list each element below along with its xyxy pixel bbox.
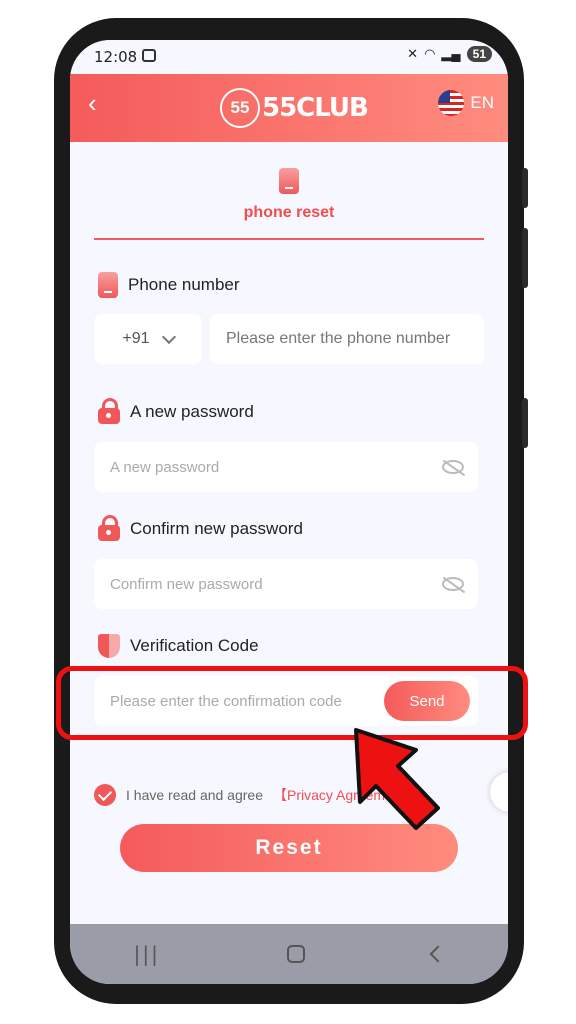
signal-icon: ▂▄: [441, 46, 461, 61]
mute-icon: ✕: [407, 46, 419, 61]
tab-label: phone reset: [243, 204, 335, 221]
home-icon[interactable]: [287, 945, 306, 963]
status-bar: 12:08 ✕ ◠ ▂▄ 51: [70, 40, 508, 74]
check-icon[interactable]: [94, 784, 116, 806]
system-nav-bar: |||: [70, 924, 508, 984]
language-selector[interactable]: EN: [438, 90, 494, 116]
new-password-label: A new password: [130, 402, 254, 421]
chevron-down-icon: [161, 329, 176, 344]
confirm-password-placeholder: Confirm new password: [110, 575, 263, 593]
volume-down-button: [522, 228, 528, 288]
new-password-placeholder: A new password: [110, 458, 220, 476]
phone-icon: [279, 168, 299, 194]
volume-up-button: [522, 168, 528, 208]
phone-number-label: Phone number: [128, 275, 240, 294]
confirm-password-label-row: Confirm new password: [98, 515, 303, 541]
verification-label-row: Verification Code: [98, 634, 259, 658]
phone-number-label-row: Phone number: [98, 272, 240, 298]
eye-off-icon[interactable]: [442, 577, 464, 591]
country-code-select[interactable]: +91: [94, 314, 202, 364]
battery-badge: 51: [466, 46, 492, 62]
back-icon[interactable]: ‹: [88, 88, 97, 119]
tab-phone-reset[interactable]: phone reset: [94, 168, 484, 222]
screen-record-icon: [142, 49, 156, 62]
power-button: [522, 398, 528, 448]
phone-frame: 12:08 ✕ ◠ ▂▄ 51 ‹ 55 55CLUB EN phone res…: [54, 18, 528, 1004]
language-label: EN: [470, 93, 494, 112]
status-icons: ✕ ◠ ▂▄ 51: [407, 46, 492, 62]
shield-icon: [98, 634, 120, 658]
logo-text: 55CLUB: [262, 93, 369, 123]
eye-off-icon[interactable]: [442, 460, 464, 474]
confirm-password-label: Confirm new password: [130, 519, 303, 538]
arrow-annotation-icon: [354, 728, 440, 830]
screenshot-stage: 12:08 ✕ ◠ ▂▄ 51 ‹ 55 55CLUB EN phone res…: [0, 0, 576, 1024]
wifi-icon: ◠: [424, 46, 436, 61]
confirm-password-input[interactable]: Confirm new password: [94, 559, 478, 609]
verification-label: Verification Code: [130, 636, 259, 655]
flag-icon: [438, 90, 465, 116]
floating-support-button[interactable]: [490, 772, 508, 812]
country-code-value: +91: [122, 330, 150, 347]
phone-icon: [98, 272, 118, 298]
phone-number-input[interactable]: Please enter the phone number: [210, 314, 484, 364]
tab-underline: [94, 238, 484, 240]
agreement-text: I have read and agree: [126, 787, 263, 803]
logo-badge: 55: [220, 88, 260, 128]
app-logo: 55 55CLUB: [220, 88, 369, 128]
status-time: 12:08: [94, 48, 138, 66]
new-password-input[interactable]: A new password: [94, 442, 478, 492]
lock-icon: [98, 398, 120, 424]
app-header: ‹ 55 55CLUB EN: [70, 74, 508, 142]
recents-icon[interactable]: |||: [134, 942, 160, 966]
lock-icon: [98, 515, 120, 541]
new-password-label-row: A new password: [98, 398, 254, 424]
back-nav-icon[interactable]: [429, 945, 447, 963]
